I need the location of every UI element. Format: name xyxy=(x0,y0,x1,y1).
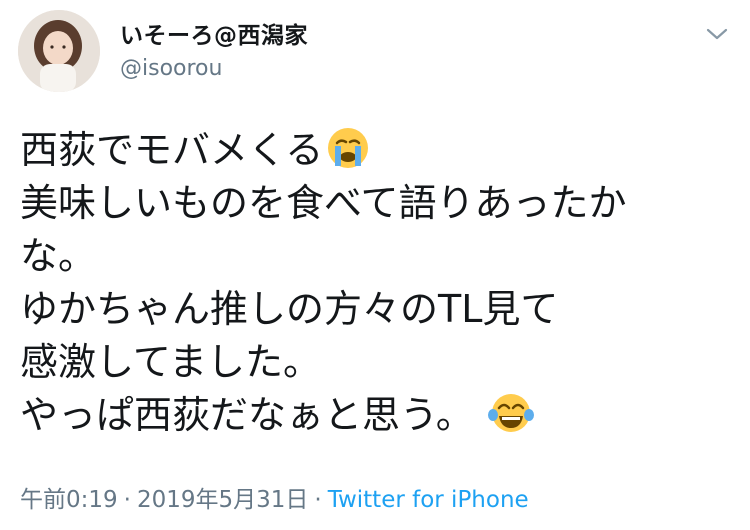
tweet-date[interactable]: 2019年5月31日 xyxy=(137,487,308,513)
tweet-line: 西荻でモバメくる xyxy=(20,124,730,177)
tweet-line: 美味しいものを食べて語りあったか xyxy=(20,181,627,225)
tweet-line: ゆかちゃん推しの方々のTL見て xyxy=(20,287,559,331)
user-handle[interactable]: @isoorou xyxy=(120,56,222,81)
loudly-crying-face-icon xyxy=(328,128,369,168)
tweet-text: 西荻でモバメくる 美味しいものを食べて語りあったか な。 ゆかちゃん推しの方々の… xyxy=(20,124,730,442)
separator: · xyxy=(314,487,322,513)
tweet-source-link[interactable]: Twitter for iPhone xyxy=(328,487,529,513)
tweet-line: な。 xyxy=(20,234,97,278)
tweet-time[interactable]: 午前0:19 xyxy=(20,487,118,513)
chevron-down-icon[interactable] xyxy=(704,24,730,44)
avatar-photo xyxy=(18,10,100,92)
tweet-line-text: やっぱ西荻だなぁと思う。 xyxy=(20,393,474,437)
tweet-line: やっぱ西荻だなぁと思う。 xyxy=(20,389,730,442)
display-name[interactable]: いそーろ@西潟家 xyxy=(120,16,308,50)
face-with-tears-of-joy-icon xyxy=(487,394,534,432)
avatar[interactable] xyxy=(18,10,100,92)
tweet-line: 感激してました。 xyxy=(20,340,321,384)
tweet-metadata: 午前0:19 · 2019年5月31日 · Twitter for iPhone xyxy=(20,480,529,514)
tweet-line-text: 西荻でモバメくる xyxy=(20,128,324,172)
separator: · xyxy=(123,487,131,513)
